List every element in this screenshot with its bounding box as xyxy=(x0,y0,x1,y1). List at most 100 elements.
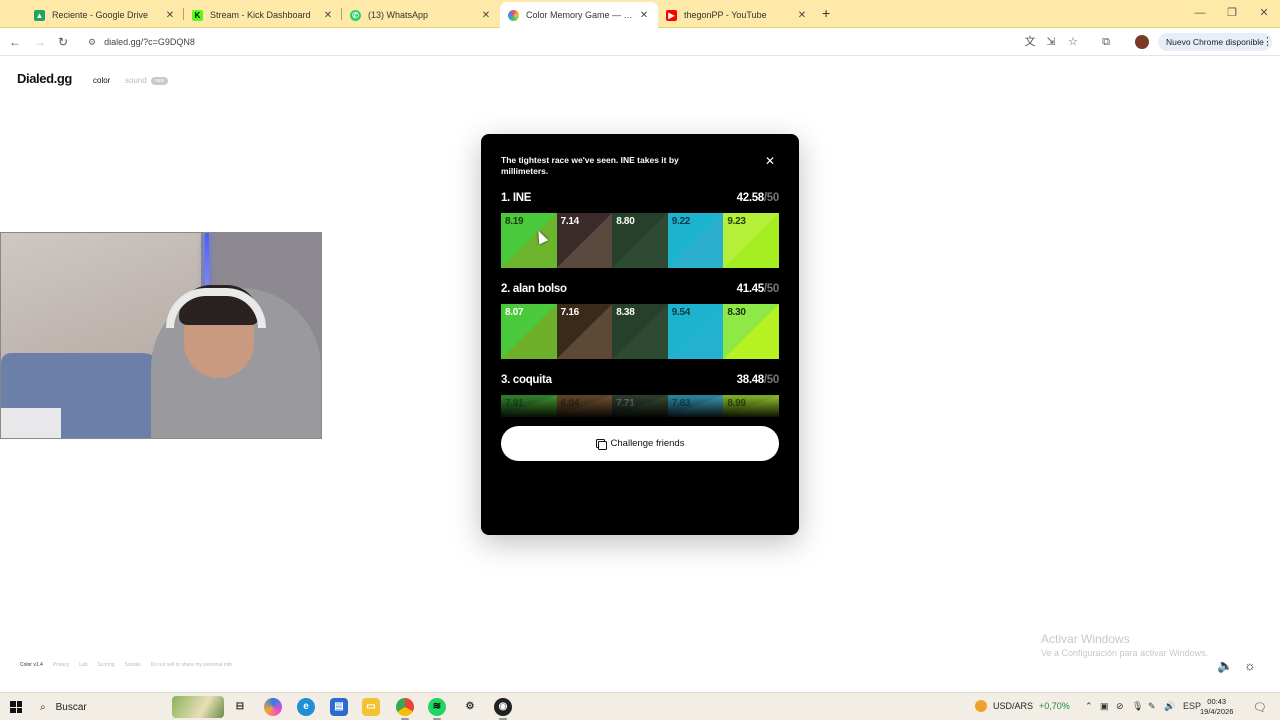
volume-icon[interactable]: 🔊 xyxy=(1164,701,1175,712)
tab-whatsapp[interactable]: ✆ (13) WhatsApp ✕ xyxy=(342,3,500,27)
tab-kick-dashboard[interactable]: K Stream - Kick Dashboard ✕ xyxy=(184,3,342,27)
microphone-icon[interactable]: 🎙 xyxy=(1132,701,1143,712)
footer-privacy-link[interactable]: Privacy xyxy=(53,662,69,668)
search-icon: ⌕ xyxy=(40,701,46,713)
currency-icon xyxy=(975,700,987,712)
translate-icon[interactable]: 文 xyxy=(1023,35,1037,49)
footer-lab-link[interactable]: Lab xyxy=(79,662,87,668)
address-bar[interactable]: ⚙ dialed.gg/?c=G9DQN8 xyxy=(80,31,1015,53)
tab-color-memory-game[interactable]: Color Memory Game — How W ✕ xyxy=(500,2,658,28)
site-info-icon[interactable]: ⚙ xyxy=(88,37,96,48)
color-swatch: 8.30 xyxy=(723,304,779,359)
player-name: 2. alan bolso xyxy=(501,283,567,295)
new-badge: new xyxy=(151,77,168,85)
back-icon[interactable]: ← xyxy=(7,34,23,50)
windows-activation-watermark: Activar Windows Ve a Configuración para … xyxy=(1041,632,1209,658)
swatch-score: 7.91 xyxy=(505,398,524,409)
spotify-icon[interactable]: ≋ xyxy=(428,698,446,720)
swatch-row: 7.91 6.04 7.71 7.83 8.99 xyxy=(501,395,779,417)
edge-icon[interactable]: e xyxy=(297,698,315,716)
color-swatch: 9.22 xyxy=(667,213,724,268)
swatch-score: 7.14 xyxy=(560,216,580,227)
swatch-score: 9.23 xyxy=(727,216,746,227)
footer-do-not-sell-link[interactable]: Do not sell or share my personal info xyxy=(151,662,232,668)
windows-taskbar: ⌕ Buscar ⊟ e ▤ ▭ ≋ ⚙ ◉ USD/ARS +0,70% ⌃ … xyxy=(0,692,1280,720)
close-tab-icon[interactable]: ✕ xyxy=(796,10,808,21)
whatsapp-icon: ✆ xyxy=(350,9,361,21)
page-footer: Color v1.4 Privacy Lab Scoring Socials D… xyxy=(20,662,232,668)
nav-color[interactable]: color xyxy=(93,76,110,85)
language-indicator[interactable]: ESP xyxy=(1183,701,1201,711)
tray-network-icon[interactable]: ⊘ xyxy=(1116,701,1124,712)
copy-icon xyxy=(595,439,607,450)
color-swatch: 7.71 xyxy=(612,395,668,417)
restore-icon[interactable]: ❐ xyxy=(1216,0,1248,28)
player-score: 38.48/50 xyxy=(736,374,780,386)
results-heading: The tightest race we've seen. INE takes … xyxy=(501,155,679,176)
menu-kebab-icon[interactable]: ⋮ xyxy=(1262,35,1273,48)
swatch-score: 8.07 xyxy=(505,307,524,318)
challenge-friends-button[interactable]: Challenge friends xyxy=(501,426,779,461)
google-drive-icon: ▲ xyxy=(34,9,45,21)
swatch-score: 7.71 xyxy=(616,398,635,409)
tab-google-drive[interactable]: ▲ Reciente - Google Drive ✕ xyxy=(26,3,184,27)
close-window-icon[interactable]: ✕ xyxy=(1248,0,1280,28)
close-tab-icon[interactable]: ✕ xyxy=(480,10,492,21)
close-tab-icon[interactable]: ✕ xyxy=(322,10,334,21)
close-tab-icon[interactable]: ✕ xyxy=(164,10,176,21)
player-score: 42.58/50 xyxy=(736,192,780,204)
install-app-icon[interactable]: ⇲ xyxy=(1044,35,1058,49)
reload-icon[interactable]: ↻ xyxy=(55,34,71,50)
sound-toggle-icon[interactable]: 🔈 xyxy=(1217,658,1233,674)
swatch-score: 8.19 xyxy=(505,216,524,227)
swatch-score: 9.54 xyxy=(671,307,691,318)
kick-icon: K xyxy=(192,9,203,21)
color-swatch: 8.38 xyxy=(612,304,668,359)
profile-avatar[interactable] xyxy=(1135,35,1149,49)
footer-socials-link[interactable]: Socials xyxy=(125,662,141,668)
notification-icon[interactable]: 🗨 xyxy=(1253,701,1267,714)
player-name: 3. coquita xyxy=(501,374,552,386)
tray-chevron-icon[interactable]: ⌃ xyxy=(1085,701,1093,712)
swatch-score: 8.80 xyxy=(616,216,635,227)
windows-start-icon[interactable] xyxy=(10,701,22,713)
color-swatch: 8.07 xyxy=(501,304,557,359)
forward-icon[interactable]: → xyxy=(32,34,48,50)
color-wheel-icon xyxy=(508,9,519,21)
swatch-score: 8.30 xyxy=(727,307,746,318)
color-swatch: 8.99 xyxy=(723,395,779,417)
close-tab-icon[interactable]: ✕ xyxy=(638,10,650,21)
color-swatch: 9.23 xyxy=(723,213,779,268)
extensions-icon[interactable]: ⧉ xyxy=(1099,35,1113,49)
tab-youtube[interactable]: ▶ thegonPP - YouTube ✕ xyxy=(658,3,816,27)
chrome-update-button[interactable]: Nuevo Chrome disponible xyxy=(1158,33,1272,51)
minimize-icon[interactable]: — xyxy=(1184,0,1216,28)
player-score: 41.45/50 xyxy=(736,283,780,295)
youtube-icon: ▶ xyxy=(666,9,677,21)
new-tab-icon[interactable]: + xyxy=(822,5,830,21)
footer-scoring-link[interactable]: Scoring xyxy=(98,662,115,668)
settings-gear-icon[interactable]: ⚙ xyxy=(461,698,479,716)
color-swatch: 7.91 xyxy=(501,395,557,417)
theme-sun-icon[interactable]: ☼ xyxy=(1244,658,1256,673)
clock[interactable]: 00:43 19/4/2026 xyxy=(1200,697,1233,717)
site-logo[interactable]: Dialed.gg xyxy=(17,71,72,86)
stock-widget[interactable]: USD/ARS +0,70% xyxy=(975,700,1070,712)
close-icon[interactable]: ✕ xyxy=(765,154,775,168)
nav-sound[interactable]: sound xyxy=(125,76,147,85)
color-swatch: 7.83 xyxy=(667,395,724,417)
footer-version: Color v1.4 xyxy=(20,662,43,668)
bookmark-star-icon[interactable]: ☆ xyxy=(1066,35,1080,49)
store-icon[interactable]: ▤ xyxy=(330,698,348,716)
color-swatch: 8.80 xyxy=(612,213,668,268)
tray-app-icon[interactable]: ▣ xyxy=(1100,701,1109,712)
copilot-icon[interactable] xyxy=(264,698,282,716)
swatch-score: 8.38 xyxy=(616,307,635,318)
swatch-score: 7.83 xyxy=(671,398,691,409)
swatch-row: 8.07 7.16 8.38 9.54 8.30 xyxy=(501,304,779,359)
file-explorer-icon[interactable]: ▭ xyxy=(362,698,380,716)
task-view-icon[interactable]: ⊟ xyxy=(231,698,249,716)
chrome-icon[interactable] xyxy=(396,698,414,720)
pen-icon[interactable]: ✎ xyxy=(1148,701,1156,712)
obs-icon[interactable]: ◉ xyxy=(494,698,512,720)
